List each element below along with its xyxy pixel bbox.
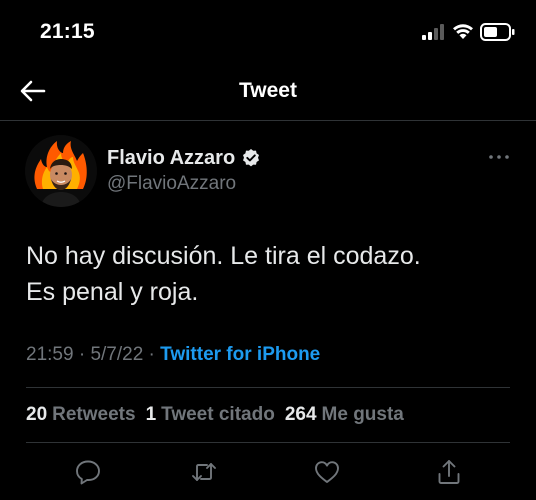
tweet-meta: 21:59 · 5/7/22 · Twitter for iPhone [26,344,320,366]
reply-icon[interactable] [74,458,102,486]
tweet-text-line: Es penal y roja. [26,278,199,306]
retweet-icon[interactable] [190,458,218,486]
meta-divider [26,387,510,388]
heart-icon[interactable] [313,458,341,486]
author-handle[interactable]: @FlavioAzzaro [107,173,236,195]
battery-icon [480,22,516,42]
retweets-label: Retweets [52,404,136,425]
more-options-icon[interactable] [486,148,512,166]
header-divider [0,120,536,121]
meta-separator: · [73,344,91,365]
status-time: 21:15 [40,20,95,43]
retweets-stat[interactable]: 20 Retweets [26,404,136,426]
quotes-stat[interactable]: 1 Tweet citado [146,404,275,426]
likes-count: 264 [284,404,317,425]
tweet-time: 21:59 [26,344,74,365]
top-nav-bar: Tweet [0,60,536,120]
share-icon[interactable] [435,458,463,486]
tweet-text-line: No hay discusión. Le tira el codazo. [26,242,421,270]
quotes-label: Tweet citado [161,404,275,425]
likes-label: Me gusta [321,404,404,425]
meta-separator: · [143,344,161,365]
status-bar: 21:15 [0,0,536,60]
page-title: Tweet [239,79,297,102]
quotes-count: 1 [145,404,157,425]
wifi-icon [452,22,474,40]
avatar[interactable] [25,135,97,207]
tweet-stats: 20 Retweets 1 Tweet citado 264 Me gusta [26,404,414,426]
verified-badge-icon [241,148,261,168]
stats-divider [26,442,510,443]
likes-stat[interactable]: 264 Me gusta [285,404,404,426]
author-name[interactable]: Flavio Azzaro [107,147,235,170]
author-name-row[interactable]: Flavio Azzaro [107,145,261,171]
retweets-count: 20 [26,404,48,425]
tweet-source-link[interactable]: Twitter for iPhone [160,344,320,365]
tweet-text: No hay discusión. Le tira el codazo. Es … [26,238,516,310]
signal-icon [422,24,446,40]
tweet-date: 5/7/22 [90,344,144,365]
